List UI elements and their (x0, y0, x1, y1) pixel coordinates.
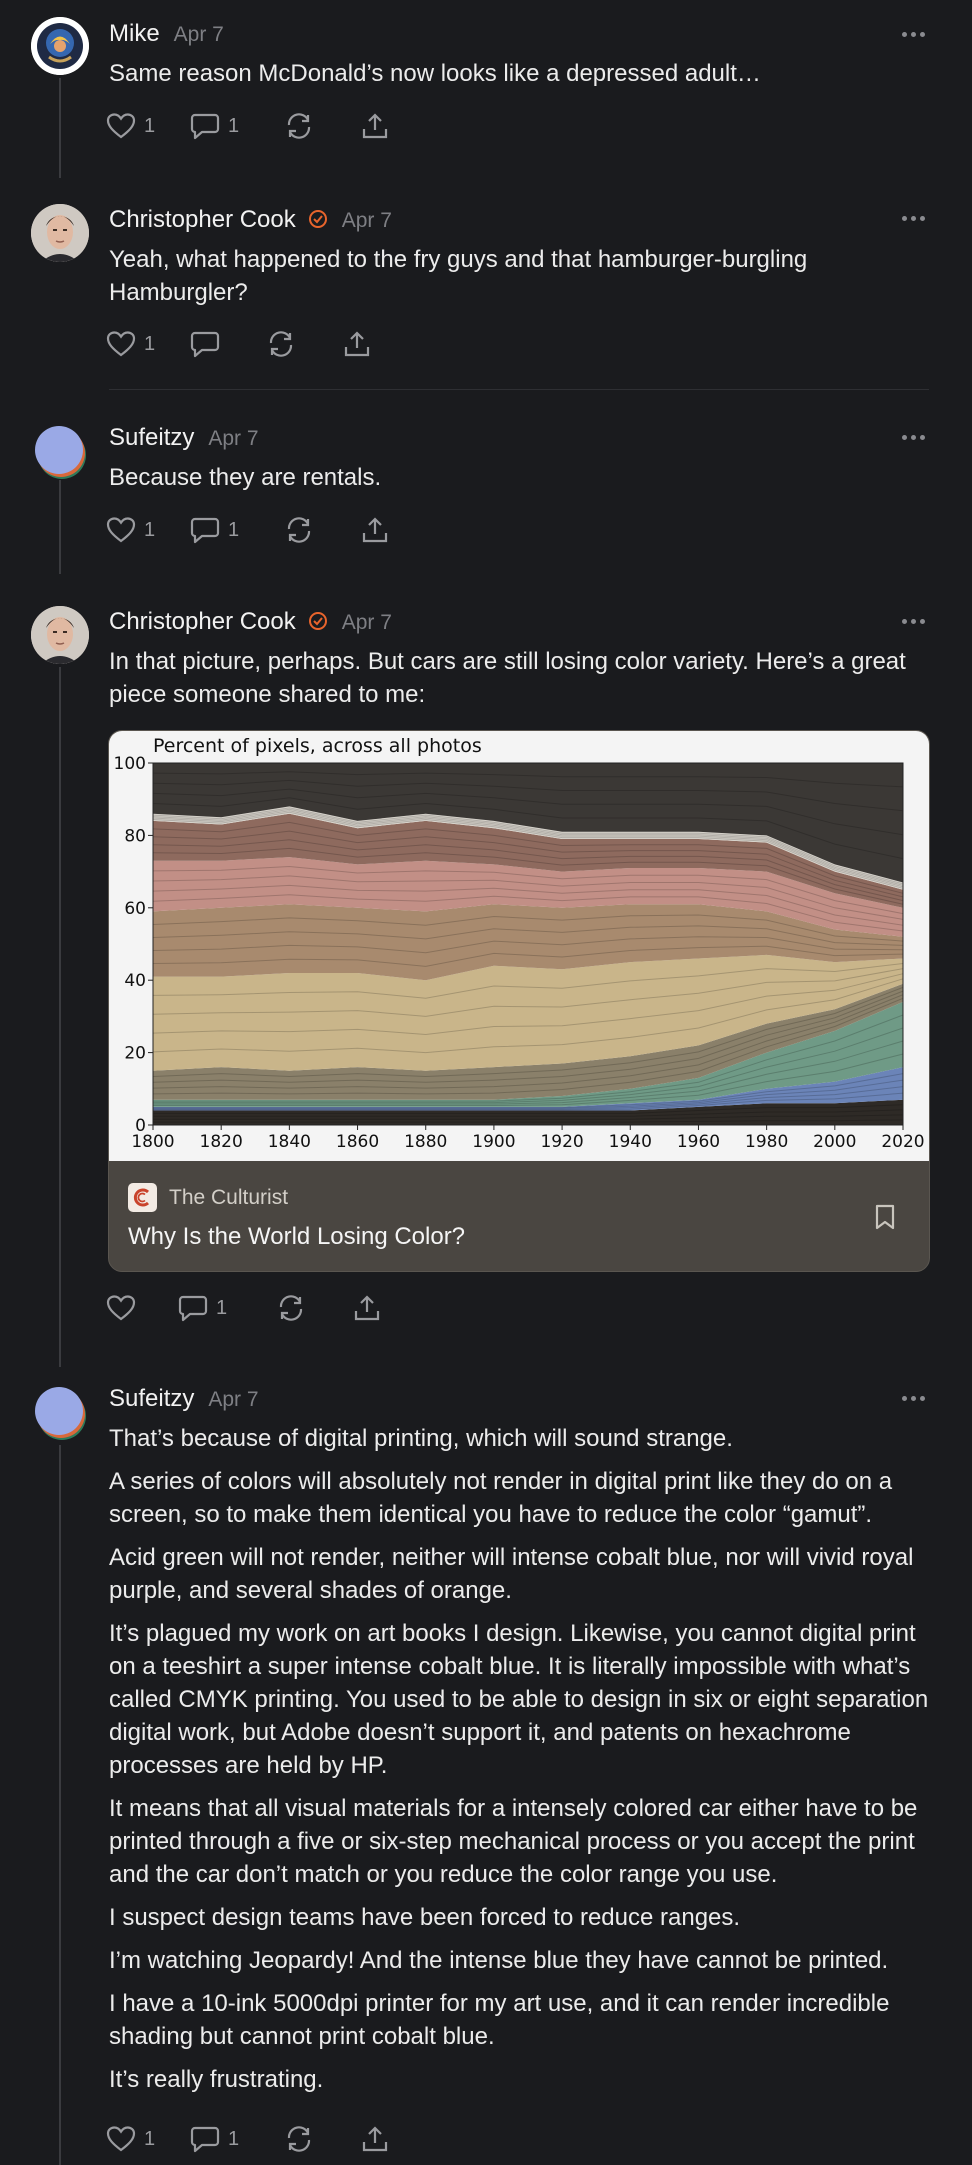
x-tick-label: 1960 (677, 1132, 720, 1152)
like-count: 1 (144, 2127, 156, 2150)
post-sufeitzy-2: Sufeitzy Apr 7 That’s because of digital… (0, 1360, 972, 2165)
heart-icon (106, 2126, 136, 2152)
post-paragraph: That’s because of digital printing, whic… (109, 1425, 733, 1452)
post-paragraph: I’m watching Jeopardy! And the intense b… (109, 1947, 889, 1974)
y-tick-label: 80 (124, 826, 146, 846)
post-actions: 1 (106, 1294, 392, 1322)
x-tick-label: 2000 (813, 1132, 856, 1152)
bookmark-icon[interactable] (873, 1203, 897, 1231)
x-tick-label: 1880 (404, 1132, 447, 1152)
heart-icon (106, 1295, 136, 1321)
author-name[interactable]: Sufeitzy (109, 1385, 194, 1413)
post-header: Sufeitzy Apr 7 (109, 1385, 259, 1413)
y-tick-label: 40 (124, 971, 146, 991)
post-header: Christopher Cook Apr 7 (109, 608, 392, 636)
y-tick-label: 100 (114, 754, 146, 774)
share-icon (354, 1295, 380, 1321)
like-button[interactable] (106, 1294, 178, 1322)
x-tick-label: 1820 (200, 1132, 243, 1152)
share-icon (362, 2126, 388, 2152)
avatar-christopher[interactable] (31, 606, 89, 664)
post-paragraph: It’s plagued my work on art books I desi… (109, 1620, 929, 1779)
x-tick-label: 2020 (881, 1132, 924, 1152)
avatar-sufeitzy[interactable] (31, 1383, 89, 1441)
chart-title: Percent of pixels, across all photos (153, 735, 482, 757)
x-tick-label: 1860 (336, 1132, 379, 1152)
x-tick-label: 1920 (540, 1132, 583, 1152)
more-icon[interactable] (902, 1393, 926, 1403)
repost-button[interactable] (284, 2125, 360, 2153)
post-date[interactable]: Apr 7 (342, 611, 392, 635)
link-card[interactable]: Percent of pixels, across all photos 0 20… (108, 730, 930, 1272)
more-icon[interactable] (902, 616, 926, 626)
like-button[interactable]: 1 (106, 2125, 190, 2153)
source-name: The Culturist (169, 1185, 289, 1209)
post-paragraph: It’s really frustrating. (109, 2066, 324, 2093)
culturist-logo-icon (128, 1183, 157, 1212)
post-paragraph: I have a 10-ink 5000dpi printer for my a… (109, 1990, 890, 2050)
repost-icon (279, 1295, 303, 1321)
post-paragraph: It means that all visual materials for a… (109, 1795, 918, 1888)
reply-count: 1 (216, 1296, 228, 1319)
comment-icon (190, 2126, 220, 2153)
post-body: In that picture, perhaps. But cars are s… (109, 645, 929, 721)
post-actions: 1 1 (106, 2125, 400, 2153)
verified-check-icon (308, 612, 327, 630)
x-tick-label: 1800 (131, 1132, 174, 1152)
reply-button[interactable]: 1 (178, 1294, 276, 1322)
repost-button[interactable] (276, 1294, 352, 1322)
x-tick-label: 1980 (745, 1132, 788, 1152)
post-paragraph: I suspect design teams have been forced … (109, 1904, 741, 1931)
reply-count: 1 (228, 2127, 240, 2150)
x-tick-label: 1900 (472, 1132, 515, 1152)
comment-icon (178, 1295, 208, 1322)
y-tick-label: 60 (124, 899, 146, 919)
share-button[interactable] (360, 2125, 400, 2153)
reply-button[interactable]: 1 (190, 2125, 284, 2153)
author-name[interactable]: Christopher Cook (109, 608, 296, 636)
stacked-area-chart: Percent of pixels, across all photos 020… (114, 735, 925, 1152)
post-paragraph: A series of colors will absolutely not r… (109, 1468, 893, 1528)
share-button[interactable] (352, 1294, 392, 1322)
thread-line (59, 1445, 61, 2165)
thread-line (59, 667, 61, 1367)
card-title[interactable]: Why Is the World Losing Color? (128, 1223, 465, 1251)
post-paragraph: In that picture, perhaps. But cars are s… (109, 648, 906, 708)
post-christopher-2: Christopher Cook Apr 7 In that picture, … (0, 0, 972, 1367)
x-tick-label: 1940 (609, 1132, 652, 1152)
post-date[interactable]: Apr 7 (208, 1388, 258, 1412)
post-body: That’s because of digital printing, whic… (109, 1422, 929, 2106)
article-chart-image: Percent of pixels, across all photos 0 20… (109, 731, 929, 1161)
y-tick-label: 20 (124, 1044, 146, 1064)
card-source: The Culturist (128, 1183, 288, 1212)
post-paragraph: Acid green will not render, neither will… (109, 1544, 914, 1604)
x-tick-label: 1840 (268, 1132, 311, 1152)
repost-icon (287, 2126, 311, 2152)
